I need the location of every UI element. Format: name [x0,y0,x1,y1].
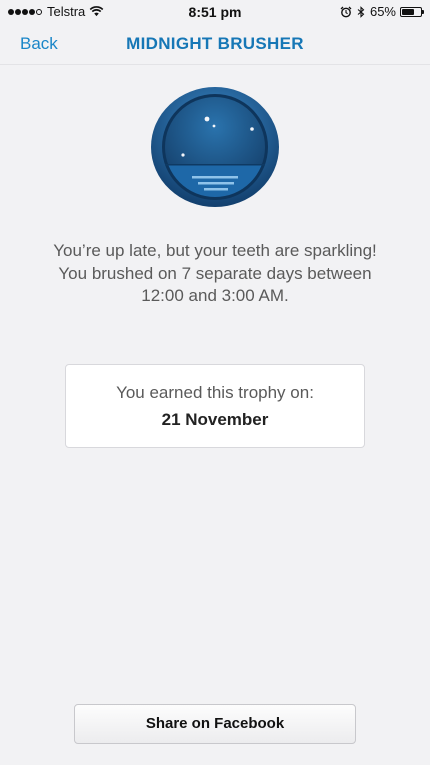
page-title: MIDNIGHT BRUSHER [126,34,304,53]
alarm-icon [340,6,352,17]
share-facebook-button[interactable]: Share on Facebook [74,704,356,744]
bluetooth-icon [357,5,365,18]
earned-label: You earned this trophy on: [116,383,314,402]
battery-fill [402,8,414,15]
battery-icon [400,6,424,17]
earned-card: You earned this trophy on: 21 November [65,364,365,448]
status-right: 65% [340,4,424,19]
trophy-description: You’re up late, but your teeth are spark… [53,241,377,305]
status-bar: Telstra 8:51 pm 65% [0,0,430,24]
navigation-bar: Back MIDNIGHT BRUSHER [0,24,430,65]
earned-date: 21 November [161,410,269,429]
battery-percent: 65% [369,4,396,19]
moon-badge-icon [151,87,279,207]
